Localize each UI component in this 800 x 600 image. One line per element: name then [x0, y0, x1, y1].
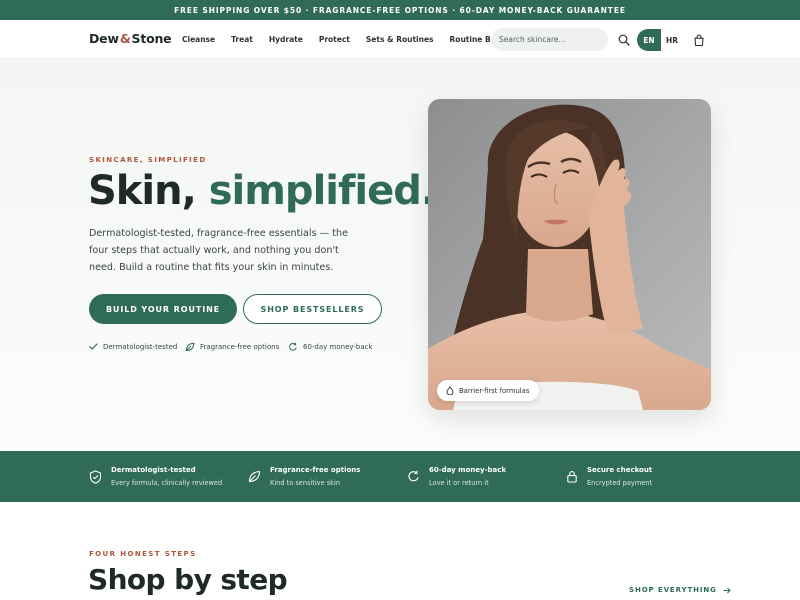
trust-item-dermatologist: Dermatologist-tested: [89, 342, 177, 351]
shield-check-icon: [89, 469, 102, 484]
shop-everything-label: SHOP EVERYTHING: [629, 586, 717, 594]
logo-word-stone: Stone: [131, 31, 172, 46]
nav-item-protect[interactable]: Protect: [319, 35, 350, 44]
steps-section-title: Shop by step: [88, 563, 288, 596]
language-hr-toggle[interactable]: HR: [661, 29, 683, 51]
nav-item-sets-routines[interactable]: Sets & Routines: [366, 35, 434, 44]
feature-title: 60-day money-back: [429, 466, 507, 474]
feature-money-back: 60-day money-back Love it or return it: [407, 451, 506, 502]
photo-badge: Barrier-first formulas: [437, 380, 540, 401]
leaf-icon: [185, 342, 195, 352]
search-icon[interactable]: [617, 33, 631, 47]
check-icon: [89, 343, 98, 350]
nav-item-cleanse[interactable]: Cleanse: [182, 35, 215, 44]
refresh-icon: [408, 470, 419, 482]
feature-title: Secure checkout: [587, 466, 653, 474]
feature-subtitle: Love it or return it: [429, 479, 489, 487]
feature-band: Dermatologist-tested Every formula, clini…: [0, 451, 800, 502]
headline-word-skin: Skin,: [88, 168, 197, 214]
feature-dermatologist-tested: Dermatologist-tested Every formula, clini…: [89, 451, 222, 502]
language-en-toggle[interactable]: EN: [637, 29, 661, 51]
brand-logo[interactable]: Dew&Stone: [89, 31, 172, 46]
hero-photo: [428, 99, 711, 410]
feature-subtitle: Kind to sensitive skin: [270, 479, 341, 487]
droplet-icon: [446, 386, 454, 395]
trust-label: 60-day money-back: [303, 343, 373, 351]
nav-item-treat[interactable]: Treat: [231, 35, 253, 44]
feature-subtitle: Encrypted payment: [587, 479, 653, 487]
feature-secure-checkout: Secure checkout Encrypted payment: [566, 451, 652, 502]
steps-eyebrow: FOUR HONEST STEPS: [89, 550, 197, 558]
feature-title: Dermatologist-tested: [111, 466, 196, 474]
nav-item-hydrate[interactable]: Hydrate: [269, 35, 303, 44]
hero-eyebrow: SKINCARE, SIMPLIFIED: [89, 156, 207, 164]
shop-everything-link[interactable]: SHOP EVERYTHING: [629, 586, 731, 594]
headline-word-simplified: simplified.: [208, 168, 436, 214]
trust-label: Fragrance-free options: [200, 343, 280, 351]
photo-badge-label: Barrier-first formulas: [459, 386, 530, 395]
trust-label: Dermatologist-tested: [103, 342, 178, 351]
trust-item-money-back: 60-day money-back: [288, 342, 373, 352]
trust-item-fragrance-free: Fragrance-free options: [185, 342, 279, 352]
leaf-icon: [248, 470, 261, 483]
feature-fragrance-free: Fragrance-free options Kind to sensitive …: [248, 451, 360, 502]
site-header: Dew&Stone Cleanse Treat Hydrate Protect …: [0, 20, 800, 59]
feature-subtitle: Every formula, clinically reviewed: [111, 479, 223, 487]
announcement-text: FREE SHIPPING OVER $50 · FRAGRANCE-FREE …: [174, 5, 626, 15]
announcement-bar: FREE SHIPPING OVER $50 · FRAGRANCE-FREE …: [0, 0, 800, 20]
hero-headline: Skin, simplified.: [88, 168, 436, 214]
logo-ampersand: &: [119, 31, 131, 46]
shop-bestsellers-button[interactable]: SHOP BESTSELLERS: [243, 294, 382, 324]
feature-title: Fragrance-free options: [270, 466, 361, 474]
shopping-bag-icon[interactable]: [692, 33, 706, 47]
hero-description: Dermatologist-tested, fragrance-free ess…: [89, 228, 349, 273]
build-routine-button[interactable]: BUILD YOUR ROUTINE: [89, 294, 237, 324]
arrow-right-icon: [723, 587, 731, 593]
main-nav: Cleanse Treat Hydrate Protect Sets & Rou…: [182, 35, 531, 44]
search-input[interactable]: [491, 28, 608, 51]
logo-word-dew: Dew: [89, 31, 119, 46]
refresh-icon: [289, 342, 297, 351]
lock-icon: [567, 471, 577, 483]
